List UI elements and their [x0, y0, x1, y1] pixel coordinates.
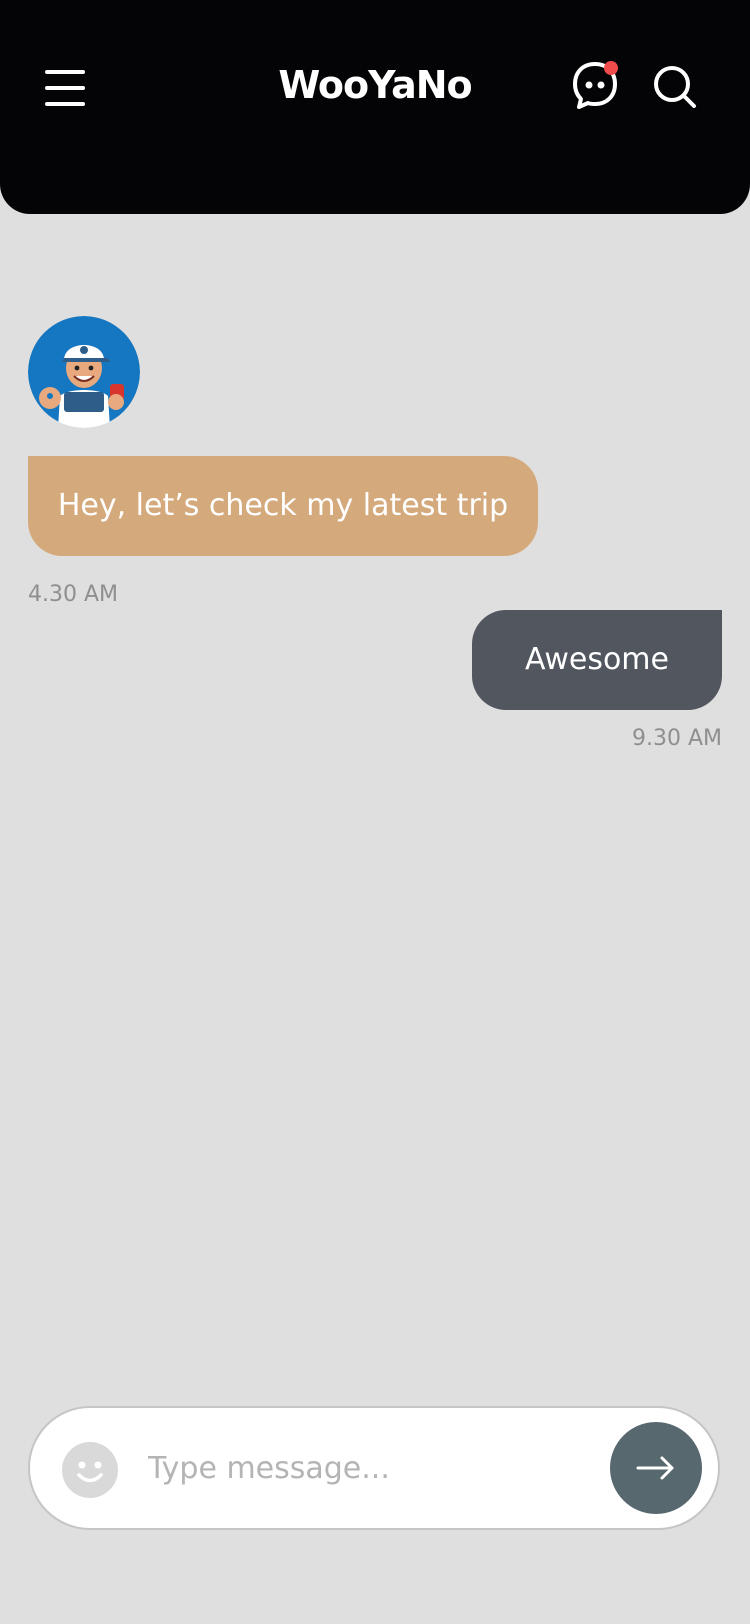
chat-bubble-icon — [573, 61, 618, 109]
message-input[interactable] — [148, 1438, 568, 1498]
menu-button[interactable] — [42, 62, 90, 110]
chat-button[interactable] — [570, 60, 620, 110]
arrow-right-icon — [636, 1456, 674, 1480]
search-button[interactable] — [650, 62, 700, 112]
search-icon — [654, 66, 696, 108]
emoji-button[interactable] — [62, 1442, 118, 1498]
app-header: WooYaNo — [0, 0, 750, 214]
menu-icon-bar — [45, 86, 85, 90]
avatar-mascot-image — [28, 316, 140, 428]
message-composer — [28, 1406, 720, 1530]
incoming-message-bubble[interactable]: Hey, let’s check my latest trip — [28, 456, 538, 556]
outgoing-message-time: 9.30 AM — [631, 726, 722, 751]
menu-icon-bar — [45, 70, 85, 74]
avatar[interactable] — [28, 316, 140, 428]
notification-dot — [604, 61, 618, 75]
send-button[interactable] — [610, 1422, 702, 1514]
menu-icon-bar — [45, 102, 85, 106]
app-logo[interactable]: WooYaNo — [225, 56, 525, 114]
outgoing-message-bubble[interactable]: Awesome — [472, 610, 722, 710]
smiley-icon — [62, 1442, 118, 1498]
incoming-message-time: 4.30 AM — [28, 582, 119, 607]
